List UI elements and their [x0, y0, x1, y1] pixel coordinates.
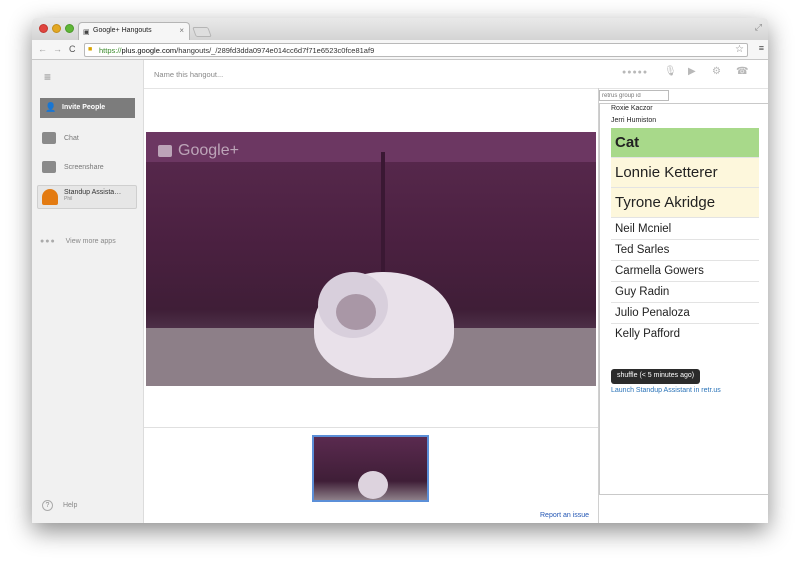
tab-close-icon[interactable]: ×: [179, 26, 184, 35]
browser-menu-icon[interactable]: ≡: [759, 43, 764, 53]
group-id-input[interactable]: [599, 90, 669, 101]
shuffle-button[interactable]: shuffle (< 5 minutes ago): [611, 369, 701, 384]
reload-icon[interactable]: C: [69, 44, 76, 54]
cat-face: [336, 294, 376, 330]
call-controls: ●●●●● 🎙 ▶ ⚙ ☎: [622, 66, 762, 80]
more-apps-label: View more apps: [65, 238, 116, 245]
thumbnail-cat: [358, 471, 388, 499]
list-item: Carmella Gowers: [611, 261, 759, 282]
sidebar-item-screenshare[interactable]: Screenshare: [40, 157, 135, 179]
title-bar: ▣ Google+ Hangouts × ⤢: [32, 18, 768, 40]
address-bar[interactable]: ■ https://plus.google.com/hangouts/_/289…: [84, 43, 748, 57]
invite-people-button[interactable]: 👤 Invite People: [40, 98, 135, 118]
signal-dots-icon: ●●●●●: [622, 69, 649, 76]
window-zoom-button[interactable]: [65, 24, 74, 33]
menu-icon[interactable]: ≡: [44, 70, 51, 84]
list-item: Julio Penaloza: [611, 303, 759, 324]
sidebar-item-label: Screenshare: [64, 164, 104, 171]
participant-name: Roxie Kaczor: [611, 105, 653, 112]
back-icon[interactable]: ←: [38, 44, 47, 54]
participant-thumbnail[interactable]: [312, 435, 429, 502]
new-tab-button[interactable]: [192, 27, 212, 37]
current-speaker: Cat: [611, 128, 759, 158]
window-close-button[interactable]: [39, 24, 48, 33]
list-item: Kelly Pafford: [615, 328, 680, 340]
standup-list-frame: Roxie Kaczor Jerri Humiston Cat Lonnie K…: [599, 103, 768, 495]
list-item: Ted Sarles: [611, 240, 759, 261]
standup-assistant-panel: Roxie Kaczor Jerri Humiston Cat Lonnie K…: [598, 88, 768, 523]
hangouts-tab-icon: ▣: [83, 29, 90, 36]
invite-label: Invite People: [62, 104, 106, 111]
list-item: Neil Mcniel: [611, 219, 759, 240]
forward-icon[interactable]: →: [53, 44, 62, 54]
sidebar-item-standup-assistant[interactable]: Standup Assista… Phil: [37, 185, 137, 209]
camera-off-icon[interactable]: ▶: [688, 66, 696, 77]
chat-icon: [42, 132, 56, 144]
window-minimize-button[interactable]: [52, 24, 61, 33]
main-video: Google+: [146, 132, 596, 386]
watermark-text: Google+: [178, 142, 239, 159]
url-scheme: https://: [99, 46, 122, 55]
left-sidebar: ≡ 👤 Invite People Chat Screenshare Stand…: [32, 60, 144, 523]
url-path: /hangouts/_/289fd3dda0974e014cc6d7f71e65…: [176, 46, 375, 55]
google-plus-watermark: Google+: [158, 142, 239, 160]
bookmark-star-icon[interactable]: ☆: [735, 44, 744, 55]
browser-toolbar: ← → C ■ https://plus.google.com/hangouts…: [32, 40, 768, 60]
url-host: plus.google.com: [121, 46, 177, 55]
tab-hangouts[interactable]: ▣ Google+ Hangouts ×: [78, 22, 190, 40]
app-name: Standup Assista…: [64, 189, 122, 196]
up-next-item: Lonnie Ketterer: [611, 158, 759, 188]
sidebar-item-label: Chat: [64, 135, 79, 142]
report-issue-link[interactable]: Report an issue: [540, 512, 589, 519]
help-link[interactable]: ? Help: [42, 500, 77, 511]
tab-title: Google+ Hangouts: [93, 27, 152, 34]
sidebar-item-chat[interactable]: Chat: [40, 128, 135, 150]
more-dots-icon: ●●●: [40, 238, 56, 245]
hangout-name-input[interactable]: Name this hangout...: [154, 70, 223, 79]
up-next-item: Tyrone Akridge: [611, 188, 759, 218]
hangouts-logo-icon: [158, 144, 172, 157]
launch-standup-link[interactable]: Launch Standup Assistant in retr.us: [611, 387, 721, 394]
hangout-app: ≡ 👤 Invite People Chat Screenshare Stand…: [32, 60, 768, 523]
app-sub: Phil: [64, 196, 73, 202]
participant-name: Jerri Humiston: [611, 117, 657, 124]
hang-up-icon[interactable]: ☎: [736, 66, 748, 77]
filmstrip-divider: [144, 427, 598, 428]
add-person-icon: 👤: [45, 102, 57, 112]
lock-icon: ■: [88, 46, 93, 53]
browser-window: ▣ Google+ Hangouts × ⤢ ← → C ■ https://p…: [32, 18, 768, 523]
help-label: Help: [62, 502, 78, 509]
view-more-apps-link[interactable]: ●●● View more apps: [40, 238, 116, 245]
standup-app-icon: [42, 189, 58, 205]
fullscreen-icon[interactable]: ⤢: [755, 22, 762, 33]
mute-mic-icon[interactable]: 🎙: [664, 66, 677, 77]
settings-gear-icon[interactable]: ⚙: [712, 66, 721, 77]
list-item: Guy Radin: [611, 282, 759, 303]
screenshare-icon: [42, 161, 56, 173]
help-icon: ?: [42, 500, 53, 511]
